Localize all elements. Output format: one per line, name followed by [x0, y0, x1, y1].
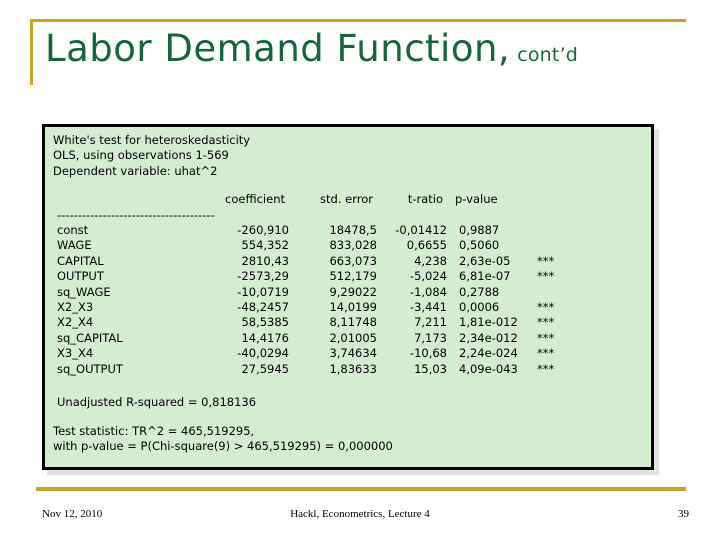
cell-variable-name: X2_X3	[57, 300, 94, 315]
cell-std-error: 833,028	[329, 238, 377, 253]
cell-coefficient: -48,2457	[237, 300, 289, 315]
cell-t-ratio: 7,173	[414, 330, 447, 345]
cell-std-error: 512,179	[329, 269, 377, 284]
report-header-line-2: OLS, using observations 1-569	[53, 148, 229, 163]
title-text-row: Labor Demand Function, cont’d	[45, 27, 578, 70]
footer-bar: Nov 12, 2010 Hackl, Econometrics, Lectur…	[0, 505, 720, 529]
cell-t-ratio: -3,441	[409, 300, 447, 315]
cell-p-value: 2,63e-05	[459, 253, 511, 268]
page-title: Labor Demand Function,	[45, 27, 511, 70]
table-row: sq_OUTPUT 27,5945 1,83633 15,03 4,09e-043 ***	[53, 362, 577, 377]
cell-std-error: 8,11748	[329, 315, 377, 330]
cell-p-value: 0,2788	[459, 284, 500, 299]
cell-std-error: 2,01005	[329, 330, 377, 345]
cell-std-error: 1,83633	[329, 361, 377, 376]
report-header-line-3: Dependent variable: uhat^2	[53, 163, 218, 178]
cell-variable-name: sq_OUTPUT	[57, 361, 123, 376]
cell-std-error: 14,0199	[329, 300, 377, 315]
column-header-p-value: p-value	[455, 192, 498, 207]
report-header: White's test for heteroskedasticity OLS,…	[53, 133, 643, 179]
cell-variable-name: X2_X4	[57, 315, 94, 330]
table-row: OUTPUT -2573,29 512,179 -5,024 6,81e-07 ***	[53, 269, 577, 284]
cell-std-error: 9,29022	[329, 284, 377, 299]
cell-significance: ***	[537, 269, 555, 284]
column-header-coefficient: coefficient	[225, 192, 285, 207]
test-statistic-block: Test statistic: TR^2 = 465,519295, with …	[53, 424, 643, 455]
cell-significance: ***	[537, 315, 555, 330]
cell-variable-name: WAGE	[57, 238, 92, 253]
cell-std-error: 3,74634	[329, 346, 377, 361]
coefficient-table: coefficient std. error t-ratio p-value	[53, 192, 573, 207]
cell-variable-name: X3_X4	[57, 346, 94, 361]
table-separator-rule: --------------------------------------	[57, 207, 215, 222]
page-subtitle: cont’d	[517, 44, 579, 66]
cell-coefficient: -10,0719	[237, 284, 289, 299]
report-header-line-1: White's test for heteroskedasticity	[53, 133, 251, 147]
cell-p-value: 0,9887	[459, 223, 500, 238]
cell-t-ratio: -10,68	[409, 346, 447, 361]
table-row: X2_X3 -48,2457 14,0199 -3,441 0,0006 ***	[53, 300, 577, 315]
r-squared-line: Unadjusted R-squared = 0,818136	[57, 395, 257, 410]
column-header-t-ratio: t-ratio	[407, 192, 443, 207]
cell-std-error: 18478,5	[329, 223, 377, 238]
cell-coefficient: -2573,29	[237, 269, 289, 284]
cell-t-ratio: -0,01412	[395, 223, 447, 238]
coefficient-table-body: const -260,910 18478,5 -0,01412 0,9887 WAGE 55…	[53, 223, 577, 377]
cell-t-ratio: -5,024	[409, 269, 447, 284]
title-top-rule	[30, 19, 686, 22]
footer-page-number: 39	[678, 508, 689, 520]
cell-coefficient: 14,4176	[241, 330, 289, 345]
table-row: X3_X4 -40,0294 3,74634 -10,68 2,24e-024 ***	[53, 346, 577, 361]
cell-significance	[533, 238, 577, 253]
title-left-rule	[30, 19, 33, 85]
cell-coefficient: 27,5945	[241, 361, 289, 376]
cell-p-value: 6,81e-07	[459, 269, 511, 284]
cell-significance	[533, 285, 577, 300]
column-header-std-error: std. error	[320, 192, 373, 207]
column-header-significance	[529, 192, 573, 207]
cell-significance: ***	[537, 253, 555, 268]
cell-t-ratio: -1,084	[409, 284, 447, 299]
cell-t-ratio: 0,6655	[406, 238, 447, 253]
regression-output-box: White's test for heteroskedasticity OLS,…	[42, 124, 654, 470]
cell-p-value: 2,34e-012	[459, 330, 518, 345]
footer-course-info: Hackl, Econometrics, Lecture 4	[290, 508, 430, 520]
cell-t-ratio: 4,238	[414, 253, 447, 268]
slide-title-block: Labor Demand Function, cont’d	[30, 19, 686, 93]
cell-significance: ***	[537, 361, 555, 376]
cell-coefficient: -40,0294	[237, 346, 289, 361]
cell-p-value: 1,81e-012	[459, 315, 518, 330]
table-row: CAPITAL 2810,43 663,073 4,238 2,63e-05 ***	[53, 254, 577, 269]
cell-significance	[533, 223, 577, 238]
cell-t-ratio: 7,211	[414, 315, 447, 330]
cell-significance: ***	[537, 330, 555, 345]
cell-variable-name: sq_WAGE	[57, 284, 111, 299]
cell-coefficient: -260,910	[237, 223, 289, 238]
table-row: WAGE 554,352 833,028 0,6655 0,5060	[53, 238, 577, 253]
cell-variable-name: sq_CAPITAL	[57, 330, 123, 345]
cell-p-value: 0,5060	[459, 238, 500, 253]
cell-p-value: 2,24e-024	[459, 346, 518, 361]
r-squared-block: Unadjusted R-squared = 0,818136	[53, 395, 643, 410]
cell-variable-name: CAPITAL	[57, 253, 104, 268]
table-row: sq_WAGE -10,0719 9,29022 -1,084 0,2788	[53, 285, 577, 300]
test-pvalue-line: with p-value = P(Chi-square(9) > 465,519…	[53, 438, 393, 453]
cell-coefficient: 58,5385	[241, 315, 289, 330]
cell-p-value: 4,09e-043	[459, 361, 518, 376]
cell-t-ratio: 15,03	[414, 361, 447, 376]
cell-coefficient: 554,352	[241, 238, 289, 253]
table-row: sq_CAPITAL 14,4176 2,01005 7,173 2,34e-012 **…	[53, 331, 577, 346]
test-statistic-line: Test statistic: TR^2 = 465,519295,	[53, 423, 255, 438]
cell-std-error: 663,073	[329, 253, 377, 268]
table-header-row: coefficient std. error t-ratio p-value	[53, 192, 573, 207]
cell-significance: ***	[537, 300, 555, 315]
footer-rule	[36, 487, 686, 491]
cell-significance: ***	[537, 346, 555, 361]
table-row: const -260,910 18478,5 -0,01412 0,9887	[53, 223, 577, 238]
cell-variable-name: OUTPUT	[57, 269, 104, 284]
cell-coefficient: 2810,43	[241, 253, 289, 268]
table-row: X2_X4 58,5385 8,11748 7,211 1,81e-012 ***	[53, 315, 577, 330]
cell-p-value: 0,0006	[459, 300, 500, 315]
cell-variable-name: const	[57, 223, 89, 238]
